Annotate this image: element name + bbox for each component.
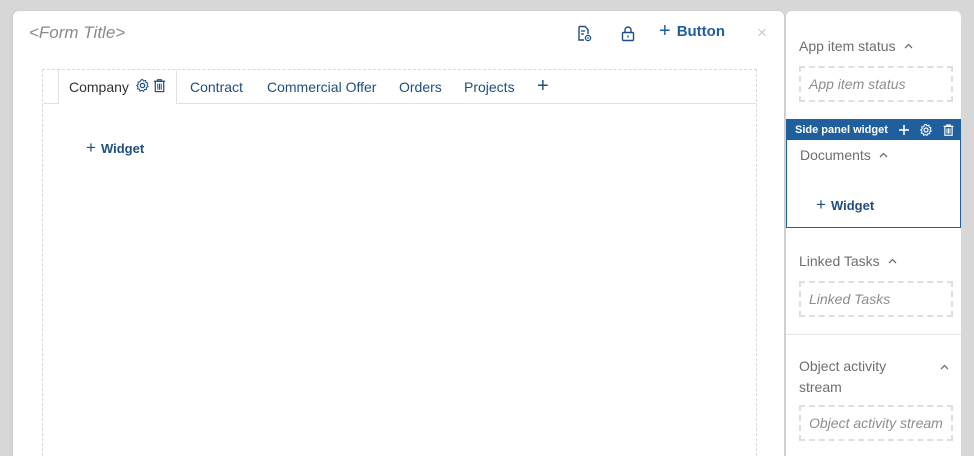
tab-label: Contract [190, 78, 243, 95]
gear-icon[interactable] [919, 123, 933, 137]
section-activity-stream-header[interactable]: Object activity stream [799, 356, 949, 398]
tab-company[interactable]: Company [58, 70, 177, 104]
divider [786, 334, 961, 335]
document-settings-icon[interactable] [575, 24, 593, 42]
section-title: Documents [800, 147, 871, 163]
tab-projects[interactable]: Projects [464, 70, 515, 103]
tab-label: Orders [399, 78, 442, 95]
activity-stream-placeholder[interactable]: Object activity stream [799, 405, 953, 441]
plus-icon: + [659, 20, 671, 42]
chevron-up-icon [888, 256, 897, 267]
trash-icon[interactable] [152, 78, 167, 96]
widget-toolbar-label: Side panel widget [795, 124, 888, 136]
plus-icon: + [86, 138, 96, 157]
form-panel: <Form Title> + Button × Company Contract… [13, 11, 784, 456]
section-linked-tasks-header[interactable]: Linked Tasks [799, 253, 897, 269]
tab-contract[interactable]: Contract [190, 70, 243, 103]
add-button-button[interactable]: + Button [659, 20, 725, 42]
lock-icon[interactable] [619, 24, 637, 42]
gear-icon[interactable] [135, 78, 150, 96]
tab-label: Commercial Offer [267, 78, 377, 95]
add-widget-label: Widget [830, 197, 875, 213]
trash-icon[interactable] [942, 123, 955, 137]
tab-commercial-offer[interactable]: Commercial Offer [267, 70, 376, 103]
plus-icon: + [816, 195, 826, 214]
chevron-up-icon [904, 41, 913, 52]
section-title: Linked Tasks [799, 253, 880, 269]
add-widget-label: Widget [100, 140, 145, 156]
add-widget-button[interactable]: + Widget [86, 138, 144, 158]
form-title[interactable]: <Form Title> [29, 23, 125, 43]
add-widget-button[interactable]: + Widget [816, 195, 874, 215]
close-icon[interactable]: × [757, 23, 767, 43]
linked-tasks-placeholder[interactable]: Linked Tasks [799, 281, 953, 317]
section-title-line: Object activity [799, 358, 887, 374]
tab-label: Company [69, 79, 129, 95]
section-title: App item status [799, 38, 896, 54]
tab-orders[interactable]: Orders [399, 70, 442, 103]
section-title: Object activity stream [799, 356, 886, 398]
plus-icon[interactable] [898, 124, 910, 136]
add-button-label: Button [676, 22, 725, 40]
add-tab-button[interactable]: + [537, 75, 549, 98]
side-panel: App item status App item status Side pan… [786, 11, 961, 456]
chevron-up-icon [879, 150, 888, 161]
section-app-item-status-header[interactable]: App item status [799, 38, 913, 54]
tab-label: Projects [464, 78, 515, 95]
selected-side-panel-widget[interactable]: Side panel widget Documents + Widget [786, 119, 961, 228]
app-item-status-placeholder[interactable]: App item status [799, 66, 953, 102]
section-documents-header[interactable]: Documents [800, 147, 888, 163]
widget-toolbar: Side panel widget [787, 120, 960, 140]
tab-bar: Company Contract Commercial Offer Orders… [43, 70, 756, 104]
section-title-line: stream [799, 379, 842, 395]
tabs-container: Company Contract Commercial Offer Orders… [42, 69, 757, 456]
chevron-up-icon [940, 362, 949, 373]
form-editor: <Form Title> + Button × Company Contract… [0, 0, 974, 456]
